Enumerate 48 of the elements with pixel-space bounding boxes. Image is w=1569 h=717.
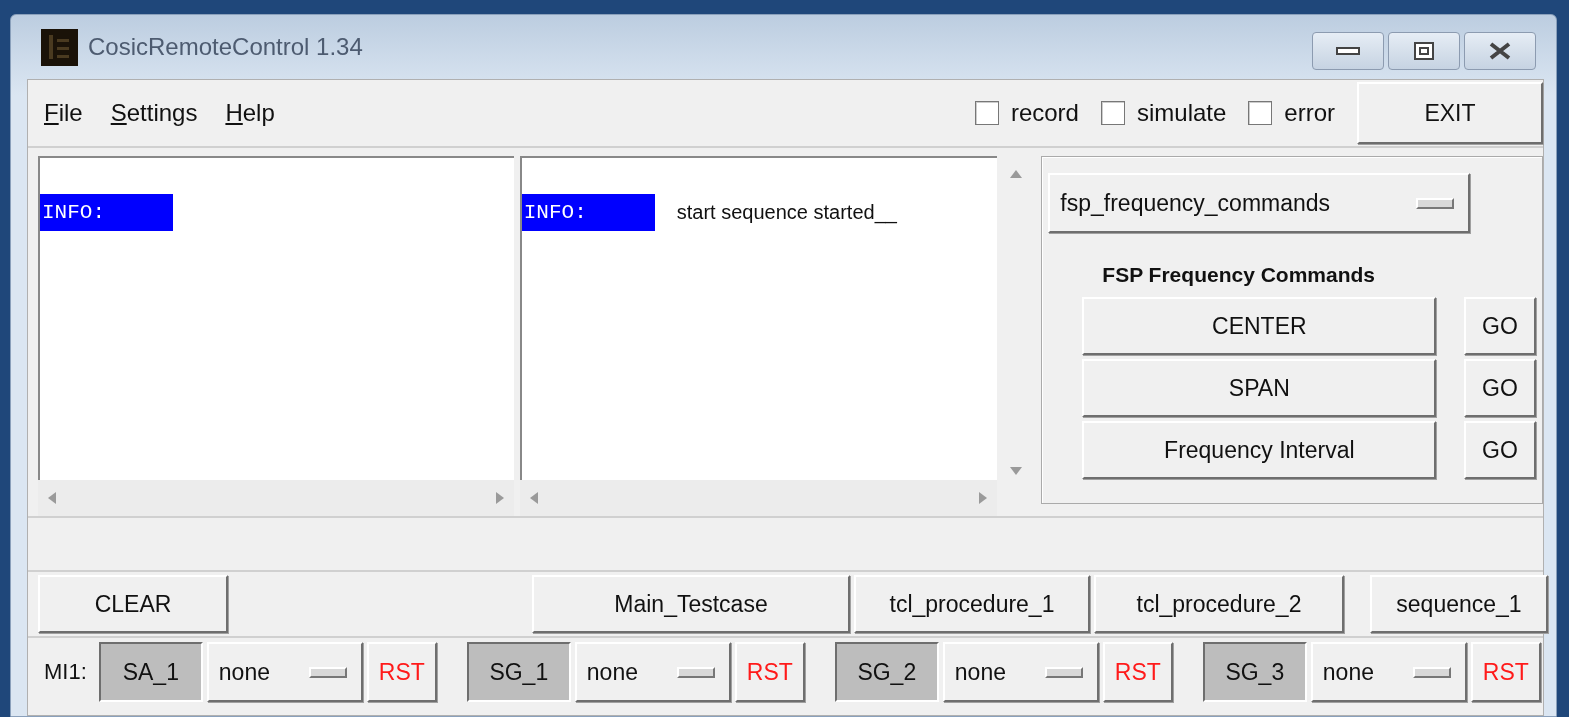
device-button[interactable]: SA_1: [98, 642, 203, 702]
window-title: CosicRemoteControl 1.34: [88, 33, 364, 61]
minimize-button[interactable]: [1312, 32, 1384, 70]
instrument-label: MI1:: [44, 659, 87, 685]
menu-item[interactable]: Help: [225, 99, 275, 127]
info-tag: INFO:: [40, 194, 173, 231]
action-button[interactable]: tcl_procedure_2: [1094, 575, 1344, 633]
maximize-button[interactable]: [1388, 32, 1460, 70]
mode-dropdown[interactable]: none: [1310, 642, 1467, 702]
action-button[interactable]: tcl_procedure_1: [854, 575, 1090, 633]
scroll-down-icon[interactable]: [1010, 467, 1023, 475]
mode-dropdown[interactable]: none: [206, 642, 363, 702]
menu-item[interactable]: File: [44, 99, 83, 127]
menu-item[interactable]: Settings: [110, 99, 198, 127]
scroll-left-icon[interactable]: [48, 492, 56, 504]
action-button[interactable]: CLEAR: [38, 575, 228, 633]
device-button[interactable]: SG_3: [1202, 642, 1307, 702]
minimize-icon: [1336, 47, 1360, 55]
close-icon: [1489, 42, 1511, 60]
exit-button[interactable]: EXIT: [1357, 82, 1543, 144]
horizontal-scrollbar[interactable]: [38, 480, 514, 516]
command-button[interactable]: CENTER: [1082, 297, 1437, 355]
command-button[interactable]: SPAN: [1082, 359, 1437, 417]
scroll-right-icon[interactable]: [979, 492, 988, 504]
device-button[interactable]: SG_1: [466, 642, 571, 702]
scroll-right-icon[interactable]: [495, 492, 504, 504]
device-button[interactable]: SG_2: [834, 642, 939, 702]
close-button[interactable]: [1464, 32, 1536, 70]
app-icon: [41, 28, 78, 66]
option-checkbox[interactable]: simulate: [1100, 99, 1227, 127]
log-message: start sequence started__: [676, 201, 897, 224]
panel-heading: FSP Frequency Commands: [1102, 263, 1376, 287]
action-button[interactable]: sequence_1: [1370, 575, 1548, 633]
mode-dropdown[interactable]: none: [574, 642, 731, 702]
restore-icon: [1414, 42, 1434, 60]
horizontal-scrollbar[interactable]: [519, 480, 998, 516]
go-button[interactable]: GO: [1464, 421, 1536, 479]
scroll-up-icon[interactable]: [1010, 170, 1023, 178]
action-button[interactable]: Main_Testcase: [532, 575, 850, 633]
go-button[interactable]: GO: [1464, 359, 1536, 417]
scroll-left-icon[interactable]: [529, 492, 538, 504]
info-tag: INFO:: [521, 194, 655, 231]
option-checkbox[interactable]: error: [1248, 99, 1335, 127]
mode-dropdown[interactable]: none: [942, 642, 1099, 702]
option-checkbox[interactable]: record: [974, 99, 1079, 127]
go-button[interactable]: GO: [1464, 297, 1536, 355]
command-button[interactable]: Frequency Interval: [1082, 421, 1437, 479]
command-set-dropdown[interactable]: fsp_frequency_commands: [1048, 173, 1471, 233]
